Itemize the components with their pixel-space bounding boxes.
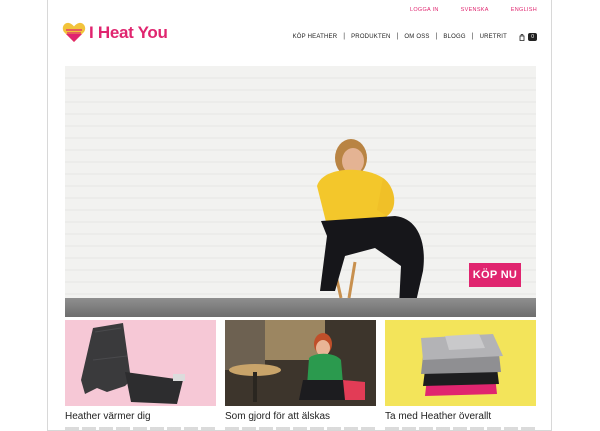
brand-logo[interactable]: I Heat You xyxy=(62,22,168,43)
product-image-stack xyxy=(385,320,536,406)
product-card-title[interactable]: Heather värmer dig xyxy=(65,411,216,422)
cart-count-badge: 0 xyxy=(528,33,537,41)
cart-button[interactable]: 0 xyxy=(519,33,537,41)
product-card-everywhere[interactable]: Ta med Heather överallt xyxy=(385,320,536,430)
product-card-title[interactable]: Som gjord för att älskas xyxy=(225,411,376,422)
main-nav: KÖP HEATHER | PRODUKTEN | OM OSS | BLOGG… xyxy=(293,33,507,40)
login-link[interactable]: LOGGA IN xyxy=(410,7,439,13)
nav-separator: | xyxy=(343,33,346,40)
nav-item-product[interactable]: PRODUKTEN xyxy=(351,34,390,40)
hero-floor xyxy=(65,298,536,317)
heart-logo-icon xyxy=(62,22,86,42)
language-swedish-link[interactable]: SVENSKA xyxy=(461,7,489,13)
nav-separator: | xyxy=(435,33,438,40)
utility-nav: LOGGA IN SVENSKA ENGLISH xyxy=(388,7,537,13)
page-container: LOGGA IN SVENSKA ENGLISH I Heat You KÖP … xyxy=(47,0,552,431)
nav-separator: | xyxy=(471,33,474,40)
shopping-bag-icon xyxy=(519,33,525,41)
product-card-warm[interactable]: Heather värmer dig xyxy=(65,320,216,430)
language-english-link[interactable]: ENGLISH xyxy=(511,7,537,13)
product-card-loved[interactable]: Som gjord för att älskas xyxy=(225,320,376,430)
brand-name: I Heat You xyxy=(89,22,168,42)
product-card-text xyxy=(385,427,536,430)
nav-item-blog[interactable]: BLOGG xyxy=(443,34,465,40)
nav-item-retailers[interactable]: UREТRIT xyxy=(480,34,507,40)
product-card-text xyxy=(225,427,376,430)
buy-now-button[interactable]: KÖP NU xyxy=(469,263,521,287)
nav-item-about[interactable]: OM OSS xyxy=(404,34,429,40)
product-card-title[interactable]: Ta med Heather överallt xyxy=(385,411,536,422)
product-image-pad xyxy=(65,320,216,406)
product-card-text xyxy=(65,427,216,430)
nav-item-buy[interactable]: KÖP HEATHER xyxy=(293,34,338,40)
product-image-cafe xyxy=(225,320,376,406)
hero-photo xyxy=(65,66,536,298)
nav-separator: | xyxy=(396,33,399,40)
hero-banner: KÖP NU xyxy=(65,66,536,317)
